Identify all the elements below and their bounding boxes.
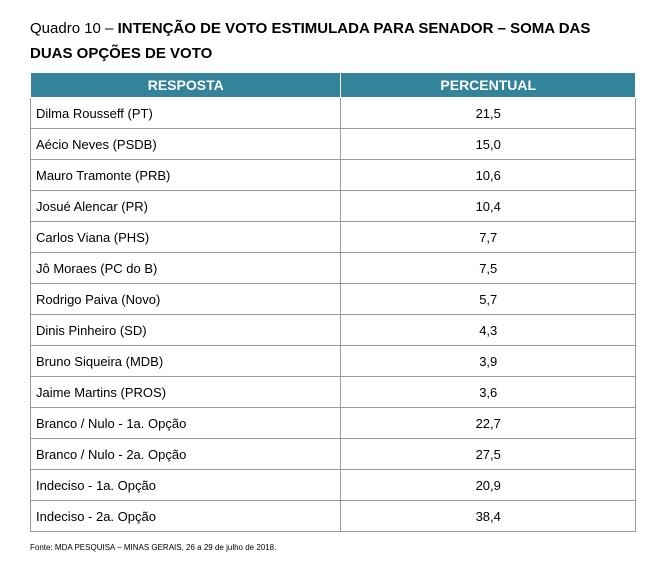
cell-resposta: Jô Moraes (PC do B) xyxy=(29,252,342,284)
cell-percentual: 27,5 xyxy=(340,438,636,470)
table-row: Carlos Viana (PHS) 7,7 xyxy=(29,221,636,253)
cell-percentual: 15,0 xyxy=(340,128,636,160)
cell-resposta: Indeciso - 2a. Opção xyxy=(29,500,342,532)
table-row: Jô Moraes (PC do B) 7,5 xyxy=(29,252,636,284)
source-footnote: Fonte: MDA PESQUISA – MINAS GERAIS, 26 a… xyxy=(30,543,277,552)
table-header: RESPOSTA PERCENTUAL xyxy=(29,72,636,98)
cell-percentual: 3,6 xyxy=(340,376,636,408)
table-caption: Quadro 10 – INTENÇÃO DE VOTO ESTIMULADA … xyxy=(30,16,630,66)
cell-resposta: Dinis Pinheiro (SD) xyxy=(29,314,342,346)
cell-percentual: 7,5 xyxy=(340,252,636,284)
cell-resposta: Dilma Rousseff (PT) xyxy=(29,97,342,129)
table-row: Aécio Neves (PSDB) 15,0 xyxy=(29,128,636,160)
table-row: Branco / Nulo - 1a. Opção 22,7 xyxy=(29,407,636,439)
cell-resposta: Josué Alencar (PR) xyxy=(29,190,342,222)
table-row: Dilma Rousseff (PT) 21,5 xyxy=(29,97,636,129)
cell-percentual: 20,9 xyxy=(340,469,636,501)
table-row: Jaime Martins (PROS) 3,6 xyxy=(29,376,636,408)
cell-percentual: 5,7 xyxy=(340,283,636,315)
cell-percentual: 22,7 xyxy=(340,407,636,439)
header-row: RESPOSTA PERCENTUAL xyxy=(29,72,636,98)
cell-resposta: Mauro Tramonte (PRB) xyxy=(29,159,342,191)
cell-percentual: 21,5 xyxy=(340,97,636,129)
table-row: Indeciso - 2a. Opção 38,4 xyxy=(29,500,636,532)
cell-resposta: Branco / Nulo - 2a. Opção xyxy=(29,438,342,470)
table-row: Mauro Tramonte (PRB) 10,6 xyxy=(29,159,636,191)
cell-resposta: Rodrigo Paiva (Novo) xyxy=(29,283,342,315)
header-resposta: RESPOSTA xyxy=(29,72,342,98)
cell-resposta: Bruno Siqueira (MDB) xyxy=(29,345,342,377)
cell-percentual: 3,9 xyxy=(340,345,636,377)
cell-resposta: Jaime Martins (PROS) xyxy=(29,376,342,408)
cell-percentual: 7,7 xyxy=(340,221,636,253)
table-row: Josué Alencar (PR) 10,4 xyxy=(29,190,636,222)
caption-prefix: Quadro 10 – xyxy=(30,20,118,37)
results-table: RESPOSTA PERCENTUAL Dilma Rousseff (PT) 2… xyxy=(29,72,636,532)
table-row: Indeciso - 1a. Opção 20,9 xyxy=(29,469,636,501)
cell-percentual: 10,4 xyxy=(340,190,636,222)
cell-resposta: Branco / Nulo - 1a. Opção xyxy=(29,407,342,439)
table-row: Dinis Pinheiro (SD) 4,3 xyxy=(29,314,636,346)
cell-percentual: 38,4 xyxy=(340,500,636,532)
table-row: Bruno Siqueira (MDB) 3,9 xyxy=(29,345,636,377)
cell-resposta: Indeciso - 1a. Opção xyxy=(29,469,342,501)
table-row: Branco / Nulo - 2a. Opção 27,5 xyxy=(29,438,636,470)
cell-resposta: Aécio Neves (PSDB) xyxy=(29,128,342,160)
table-row: Rodrigo Paiva (Novo) 5,7 xyxy=(29,283,636,315)
header-percentual: PERCENTUAL xyxy=(340,72,636,98)
cell-percentual: 10,6 xyxy=(340,159,636,191)
table-body: Dilma Rousseff (PT) 21,5 Aécio Neves (PSD… xyxy=(29,97,636,532)
cell-percentual: 4,3 xyxy=(340,314,636,346)
cell-resposta: Carlos Viana (PHS) xyxy=(29,221,342,253)
